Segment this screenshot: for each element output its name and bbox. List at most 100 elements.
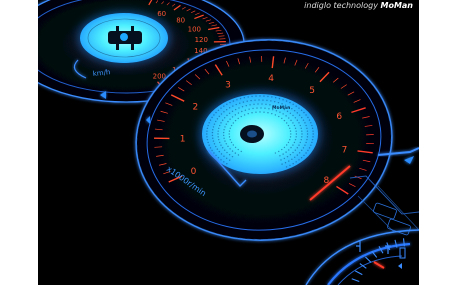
face-dot — [249, 104, 251, 106]
face-dot — [267, 112, 269, 114]
face-dot — [234, 114, 237, 116]
face-dot — [253, 103, 255, 106]
face-dot — [295, 105, 297, 107]
face-dot — [211, 134, 214, 137]
face-dot — [277, 101, 280, 104]
face-dot — [207, 124, 209, 127]
face-dot — [311, 138, 314, 141]
face-dot — [254, 99, 256, 101]
face-dot — [284, 162, 287, 164]
face-dot — [228, 159, 231, 161]
face-dot — [229, 118, 231, 120]
face-dot — [228, 107, 231, 109]
face-dot — [306, 138, 308, 141]
face-dot — [212, 140, 215, 142]
face-dot — [300, 127, 302, 130]
face-dot — [231, 155, 234, 158]
face-dot — [231, 116, 234, 118]
face-dot — [223, 149, 226, 151]
face-dot — [291, 108, 293, 110]
face-dot — [310, 122, 312, 124]
face-dot — [209, 147, 212, 149]
face-dot — [262, 99, 264, 101]
face-dot — [234, 146, 237, 149]
face-dot — [289, 101, 291, 104]
tachometer-tick-label: 5 — [309, 86, 315, 96]
face-dot — [282, 113, 284, 115]
tachometer-tick-label: 1 — [180, 135, 186, 145]
face-dot — [237, 117, 239, 120]
face-dot — [259, 95, 261, 97]
face-dot — [240, 115, 242, 118]
face-dot — [293, 156, 296, 158]
face-dot — [243, 114, 246, 116]
face-dot — [216, 148, 219, 150]
tachometer-tick-label: 7 — [342, 145, 348, 155]
face-dot — [221, 147, 224, 149]
turn-signal-icon — [404, 156, 414, 164]
face-dot — [298, 159, 300, 161]
face-dot — [215, 120, 217, 123]
face-dot — [308, 147, 311, 149]
face-dot — [223, 137, 225, 139]
face-dot — [305, 124, 307, 127]
face-dot — [220, 122, 222, 124]
face-dot — [239, 102, 241, 104]
face-dot — [213, 143, 216, 145]
face-dot — [231, 150, 234, 152]
face-dot — [288, 117, 290, 119]
face-dot — [216, 118, 219, 120]
face-dot — [298, 152, 301, 154]
face-dot — [259, 111, 261, 113]
face-dot — [290, 133, 292, 135]
face-dot — [206, 136, 208, 138]
face-dot — [244, 109, 247, 111]
face-dot — [278, 115, 280, 118]
face-dot — [294, 117, 297, 119]
speedometer-tick-label: 80 — [176, 17, 185, 25]
face-dot — [292, 103, 294, 105]
face-dot — [209, 119, 212, 121]
face-dot — [252, 107, 254, 110]
face-dot — [298, 122, 300, 124]
face-dot — [281, 103, 283, 105]
face-dot — [213, 114, 215, 116]
face-dot — [225, 123, 227, 125]
face-dot — [285, 100, 288, 102]
face-dot — [232, 105, 234, 107]
face-dot — [269, 104, 271, 106]
face-dot — [229, 148, 231, 150]
face-dot — [243, 96, 246, 99]
face-dot — [288, 149, 290, 151]
face-dot — [295, 136, 297, 138]
face-dot — [247, 112, 249, 115]
face-dot — [215, 145, 217, 148]
face-dot — [225, 157, 228, 159]
face-dot — [296, 147, 299, 149]
face-dot — [306, 133, 309, 135]
face-dot — [223, 105, 225, 107]
face-dot — [220, 153, 223, 155]
face-dot — [312, 133, 314, 135]
face-dot — [241, 106, 244, 108]
face-dot — [285, 122, 288, 124]
face-dot — [302, 119, 305, 121]
face-dot — [255, 111, 257, 113]
face-dot — [285, 144, 288, 146]
face-dot — [307, 116, 309, 119]
face-dot — [266, 99, 268, 102]
face-dot — [288, 160, 290, 162]
face-dot — [237, 154, 240, 156]
face-dot — [293, 141, 296, 144]
face-dot — [298, 114, 301, 116]
face-dot — [274, 114, 277, 116]
face-dot — [299, 124, 301, 127]
face-dot — [250, 99, 252, 102]
face-dot — [211, 149, 213, 152]
face-dot — [296, 119, 299, 121]
face-dot — [308, 119, 311, 121]
face-dot — [295, 161, 297, 163]
face-dot — [301, 136, 303, 138]
face-dot — [298, 107, 300, 109]
face-dot — [228, 133, 230, 135]
